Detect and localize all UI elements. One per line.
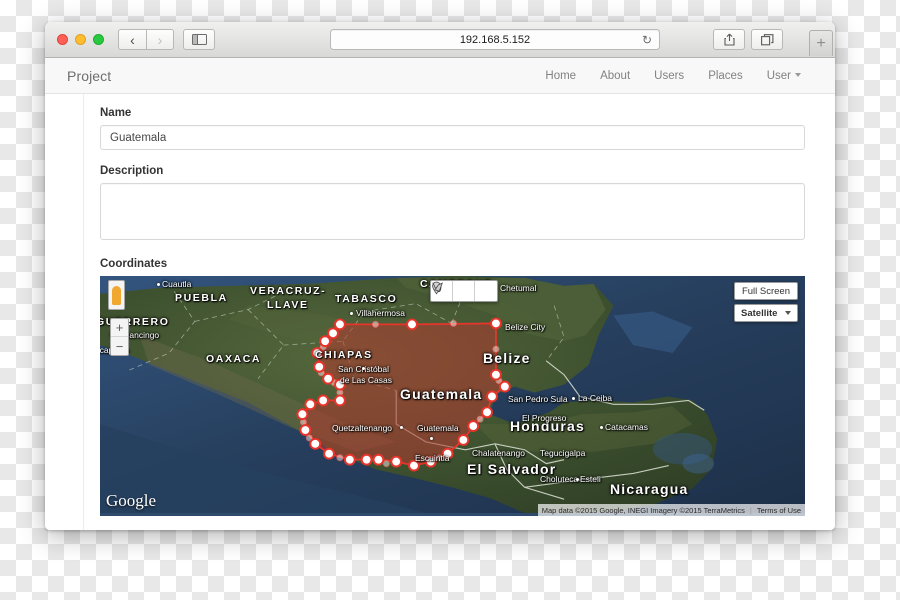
city-dot-catacamas [600, 426, 603, 429]
nav-link-about[interactable]: About [600, 70, 630, 82]
app-navbar: Project Home About Users Places User [45, 58, 835, 94]
form-content: Name Description Coordinates [84, 94, 835, 530]
sidebar-icon [191, 34, 207, 45]
polygon-tool-button[interactable] [432, 281, 497, 301]
google-logo: Google [106, 491, 157, 510]
city-dot-esteli [576, 478, 579, 481]
window-traffic-lights [57, 34, 104, 45]
chevron-left-icon: ‹ [130, 31, 135, 48]
polygon-tool-icon [432, 282, 443, 292]
name-label: Name [100, 107, 132, 119]
map-attribution: Map data ©2015 Google, INEGI Imagery ©20… [537, 504, 805, 516]
terms-of-use-link[interactable]: Terms of Use [757, 506, 801, 515]
nav-dropdown-user[interactable]: User [767, 70, 801, 82]
map-zoom-control: + − [110, 318, 129, 356]
chevron-right-icon: › [157, 31, 163, 48]
name-input[interactable] [100, 125, 805, 150]
map-imagery [100, 276, 805, 513]
page-body: Name Description Coordinates [45, 94, 835, 530]
nav-dropdown-user-label: User [766, 69, 791, 82]
close-window-button[interactable] [57, 34, 68, 45]
new-tab-label: + [816, 34, 826, 52]
chevron-down-icon [795, 73, 801, 78]
coordinates-map[interactable]: PUEBLA VERACRUZ- LLAVE GUERRERO OAXACA T… [100, 276, 805, 516]
browser-titlebar: ‹ › 192.168.5.152 ↻ + [45, 22, 835, 58]
full-screen-button[interactable]: Full Screen [733, 282, 798, 300]
forward-button[interactable]: › [146, 29, 174, 50]
city-dot-san-cristobal [362, 367, 365, 370]
city-dot-cuautla [157, 283, 160, 286]
coordinates-label: Coordinates [100, 258, 168, 270]
map-drawing-tools [430, 280, 498, 302]
map-type-label: Satellite [741, 307, 778, 319]
new-tab-button[interactable]: + [809, 30, 833, 56]
description-label: Description [100, 165, 164, 177]
nav-link-places[interactable]: Places [708, 70, 743, 82]
navigation-buttons: ‹ › [118, 29, 174, 50]
tabs-icon [760, 33, 773, 45]
back-button[interactable]: ‹ [118, 29, 146, 50]
nav-link-users[interactable]: Users [654, 70, 684, 82]
left-gutter [45, 94, 84, 530]
nav-links: Home About Users Places User [545, 70, 813, 82]
description-textarea[interactable] [100, 183, 805, 240]
zoom-out-button[interactable]: − [111, 337, 128, 355]
sidebar-toggle-button[interactable] [183, 29, 215, 50]
marker-tool-button[interactable] [432, 281, 475, 301]
pegman-street-view-control[interactable] [108, 280, 125, 310]
chevron-down-icon [785, 311, 791, 315]
url-text: 192.168.5.152 [459, 33, 531, 46]
share-icon [723, 33, 735, 46]
city-dot-la-ceiba [572, 397, 575, 400]
city-dot-guatemala [430, 437, 433, 440]
reload-icon[interactable]: ↻ [642, 34, 652, 46]
address-bar[interactable]: 192.168.5.152 ↻ [330, 29, 660, 50]
attribution-separator: | [749, 505, 752, 515]
map-type-dropdown[interactable]: Satellite [734, 304, 798, 322]
city-dot-quetzaltenango [400, 426, 403, 429]
show-tabs-button[interactable] [751, 29, 783, 50]
zoom-in-button[interactable]: + [111, 319, 128, 337]
minimize-window-button[interactable] [75, 34, 86, 45]
city-dot-villahermosa [350, 312, 353, 315]
maximize-window-button[interactable] [93, 34, 104, 45]
attribution-text: Map data ©2015 Google, INEGI Imagery ©20… [541, 505, 745, 515]
brand-title[interactable]: Project [67, 68, 111, 84]
nav-link-home[interactable]: Home [545, 70, 576, 82]
pegman-icon [112, 285, 121, 305]
browser-window: ‹ › 192.168.5.152 ↻ + Project Home About… [45, 22, 835, 530]
share-button[interactable] [713, 29, 745, 50]
titlebar-right-buttons [713, 29, 783, 50]
